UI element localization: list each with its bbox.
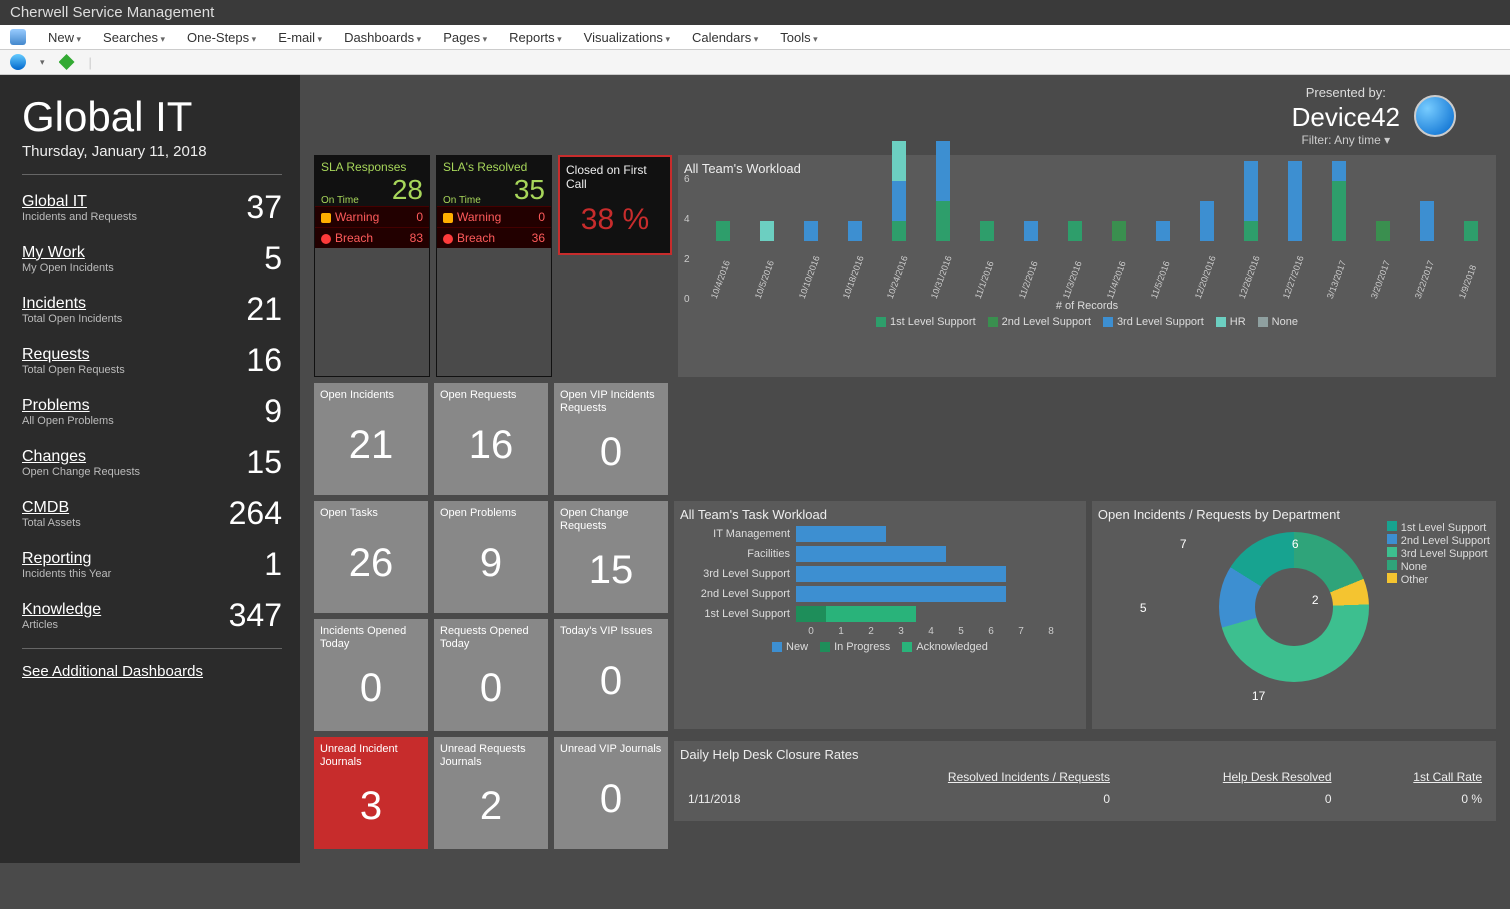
sidebar-item-reporting[interactable]: ReportingIncidents this Year 1	[22, 546, 282, 583]
menu-new[interactable]: New	[48, 30, 81, 45]
dashboard-title: Global IT	[22, 93, 282, 141]
sidebar-item-cmdb[interactable]: CMDBTotal Assets 264	[22, 495, 282, 532]
menu-one-steps[interactable]: One-Steps	[187, 30, 256, 45]
tile-open-problems[interactable]: Open Problems9	[434, 501, 548, 613]
sidebar-item-knowledge[interactable]: KnowledgeArticles 347	[22, 597, 282, 634]
menu-bar: New Searches One-Steps E-mail Dashboards Page…	[0, 25, 1510, 50]
sla-responses-tile[interactable]: SLA Responses On Time28 Warning0 Breach8…	[314, 155, 430, 377]
sidebar-item-requests[interactable]: RequestsTotal Open Requests 16	[22, 342, 282, 379]
tile-unread-requests-journals[interactable]: Unread Requests Journals2	[434, 737, 548, 849]
tile-open-change-requests[interactable]: Open Change Requests15	[554, 501, 668, 613]
menu-searches[interactable]: Searches	[103, 30, 165, 45]
dashboard-date: Thursday, January 11, 2018	[22, 143, 282, 160]
tile-open-tasks[interactable]: Open Tasks26	[314, 501, 428, 613]
tile-today-s-vip-issues[interactable]: Today's VIP Issues0	[554, 619, 668, 731]
sla-resolved-tile[interactable]: SLA's Resolved On Time35 Warning0 Breach…	[436, 155, 552, 377]
closure-rates-panel[interactable]: Daily Help Desk Closure Rates Resolved I…	[674, 741, 1496, 821]
globe-icon[interactable]	[10, 54, 26, 70]
brand-logo-icon	[1414, 95, 1456, 137]
all-teams-workload-chart[interactable]: All Team's Workload 024610/4/201610/5/20…	[678, 155, 1496, 377]
tile-open-incidents[interactable]: Open Incidents21	[314, 383, 428, 495]
menu-dashboards[interactable]: Dashboards	[344, 30, 421, 45]
task-workload-chart[interactable]: All Team's Task Workload IT ManagementFa…	[674, 501, 1086, 729]
presented-by-label: Presented by:	[1292, 85, 1400, 100]
tile-open-vip-incidents-requests[interactable]: Open VIP Incidents Requests0	[554, 383, 668, 495]
home-icon[interactable]	[10, 29, 26, 45]
sidebar-item-my-work[interactable]: My WorkMy Open Incidents 5	[22, 240, 282, 277]
title-bar: Cherwell Service Management	[0, 0, 1510, 25]
main-content: Presented by: Device42 Filter: Any time …	[300, 75, 1510, 863]
sidebar-item-global-it[interactable]: Global ITIncidents and Requests 37	[22, 189, 282, 226]
see-additional-dashboards-link[interactable]: See Additional Dashboards	[22, 663, 203, 680]
closure-table: Resolved Incidents / RequestsHelp Desk R…	[680, 766, 1490, 810]
menu-tools[interactable]: Tools	[780, 30, 817, 45]
menu-calendars[interactable]: Calendars	[692, 30, 758, 45]
sidebar-item-changes[interactable]: ChangesOpen Change Requests 15	[22, 444, 282, 481]
menu-e-mail[interactable]: E-mail	[278, 30, 322, 45]
menu-reports[interactable]: Reports	[509, 30, 562, 45]
closed-first-call-tile[interactable]: Closed on First Call 38 %	[558, 155, 672, 255]
sidebar-item-incidents[interactable]: IncidentsTotal Open Incidents 21	[22, 291, 282, 328]
sidebar: Global IT Thursday, January 11, 2018 Glo…	[0, 75, 300, 863]
toolbar: ▾ |	[0, 50, 1510, 75]
menu-visualizations[interactable]: Visualizations	[584, 30, 670, 45]
tile-unread-incident-journals[interactable]: Unread Incident Journals3	[314, 737, 428, 849]
incidents-by-dept-chart[interactable]: Open Incidents / Requests by Department …	[1092, 501, 1496, 729]
tile-open-requests[interactable]: Open Requests16	[434, 383, 548, 495]
menu-pages[interactable]: Pages	[443, 30, 487, 45]
filter-label[interactable]: Filter: Any time ▾	[1292, 133, 1400, 147]
donut-chart	[1219, 532, 1369, 682]
tile-requests-opened-today[interactable]: Requests Opened Today0	[434, 619, 548, 731]
tile-incidents-opened-today[interactable]: Incidents Opened Today0	[314, 619, 428, 731]
brand-name: Device42	[1292, 102, 1400, 133]
tile-unread-vip-journals[interactable]: Unread VIP Journals0	[554, 737, 668, 849]
refresh-icon[interactable]	[59, 54, 75, 70]
sidebar-item-problems[interactable]: ProblemsAll Open Problems 9	[22, 393, 282, 430]
